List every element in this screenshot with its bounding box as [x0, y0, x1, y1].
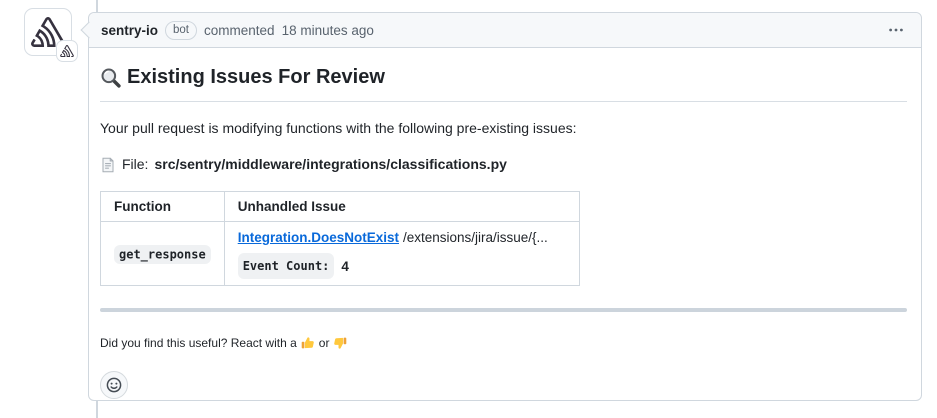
intro-text: Your pull request is modifying functions… [100, 118, 907, 138]
magnifier-icon [100, 67, 121, 88]
function-cell: get_response [101, 222, 225, 286]
file-label: File: [122, 154, 148, 175]
column-header-function: Function [101, 192, 225, 222]
file-line: File: src/sentry/middleware/integrations… [100, 154, 907, 175]
comment-body: Existing Issues For Review Your pull req… [89, 48, 921, 415]
issues-table-header-row: Function Unhandled Issue [101, 192, 580, 222]
event-count-line: Event Count: 4 [238, 253, 566, 279]
issue-line: Integration.DoesNotExist/extensions/jira… [238, 228, 566, 248]
avatar-bot-badge [56, 40, 78, 62]
event-count: 4 [341, 256, 349, 277]
footer-or-text: or [319, 336, 330, 350]
sentry-logo-small-icon [60, 45, 74, 57]
page-icon [100, 157, 116, 173]
smiley-icon [106, 377, 122, 393]
table-row: get_response Integration.DoesNotExist/ex… [101, 222, 580, 286]
comment-action-label: commented [204, 23, 275, 38]
footer-note: Did you find this useful? React with a o… [100, 336, 907, 350]
comment-timestamp-link[interactable]: 18 minutes ago [282, 23, 374, 38]
comment-author-link[interactable]: sentry-io [101, 23, 158, 38]
comment-title: Existing Issues For Review [100, 63, 907, 102]
comment-title-text: Existing Issues For Review [127, 63, 385, 91]
function-name: get_response [114, 245, 211, 264]
column-header-unhandled-issue: Unhandled Issue [224, 192, 579, 222]
pr-conversation-timeline: sentry-io bot commented 18 minutes ago E… [0, 0, 937, 418]
sentry-bot-avatar[interactable] [24, 8, 72, 56]
add-reaction-button[interactable] [100, 371, 128, 399]
kebab-horizontal-icon [888, 22, 904, 38]
divider [100, 308, 907, 312]
footer-text: Did you find this useful? React with a [100, 336, 297, 350]
issue-cell: Integration.DoesNotExist/extensions/jira… [224, 222, 579, 286]
comment-options-button[interactable] [885, 19, 907, 41]
issue-link[interactable]: Integration.DoesNotExist [238, 230, 399, 245]
file-path: src/sentry/middleware/integrations/class… [154, 154, 506, 175]
event-count-label: Event Count: [238, 253, 335, 279]
issues-table: Function Unhandled Issue get_response In… [100, 191, 580, 286]
comment-header: sentry-io bot commented 18 minutes ago [89, 13, 921, 48]
thumbs-up-icon [301, 336, 315, 350]
bot-badge: bot [165, 21, 197, 40]
comment-card: sentry-io bot commented 18 minutes ago E… [88, 12, 922, 401]
thumbs-down-icon [333, 336, 347, 350]
issue-path: /extensions/jira/issue/{... [403, 230, 548, 245]
